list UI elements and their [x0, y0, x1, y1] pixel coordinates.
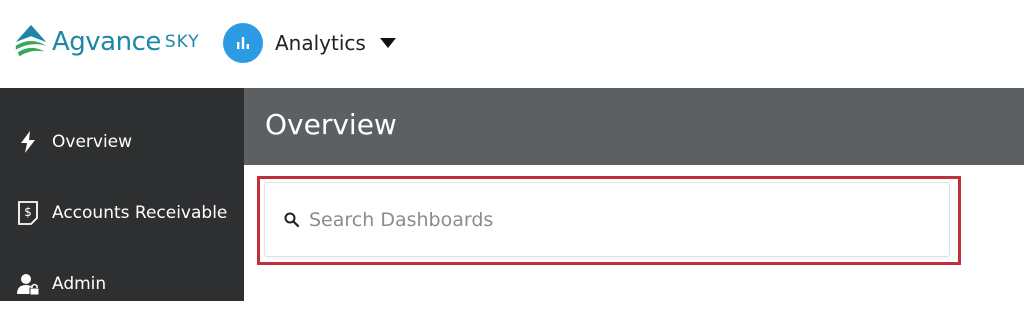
svg-text:$: $	[24, 205, 32, 219]
app-switcher-dropdown[interactable]: Analytics	[223, 23, 396, 63]
lightning-bolt-icon	[16, 130, 40, 154]
sidebar-item-label: Overview	[52, 132, 133, 152]
invoice-dollar-icon: $	[16, 201, 40, 225]
brand-suffix: SKY	[164, 32, 200, 52]
agvance-sky-logo[interactable]: Agvance SKY	[12, 22, 200, 62]
search-input[interactable]	[309, 208, 909, 231]
search-bar[interactable]	[264, 182, 950, 257]
user-lock-icon	[16, 272, 40, 296]
caret-down-icon	[379, 38, 396, 48]
page-title: Overview	[265, 108, 397, 141]
agvance-leaf-icon	[15, 24, 47, 57]
main-header: Overview	[244, 88, 1024, 165]
sidebar-item-accounts-receivable[interactable]: $ Accounts Receivable	[0, 186, 244, 240]
sidebar-item-overview[interactable]: Overview	[0, 115, 244, 169]
top-bar: Agvance SKY Analytics	[0, 0, 1024, 88]
bar-chart-icon	[223, 23, 263, 63]
brand-name: Agvance	[52, 27, 161, 57]
sidebar-item-admin[interactable]: Admin	[0, 257, 244, 311]
search-icon	[284, 212, 300, 227]
sidebar-item-label: Admin	[52, 274, 107, 294]
sidebar-item-label: Accounts Receivable	[52, 203, 228, 223]
sidebar: Overview $ Accounts Receivable Admin	[0, 88, 244, 301]
app-switcher-label: Analytics	[275, 31, 366, 55]
